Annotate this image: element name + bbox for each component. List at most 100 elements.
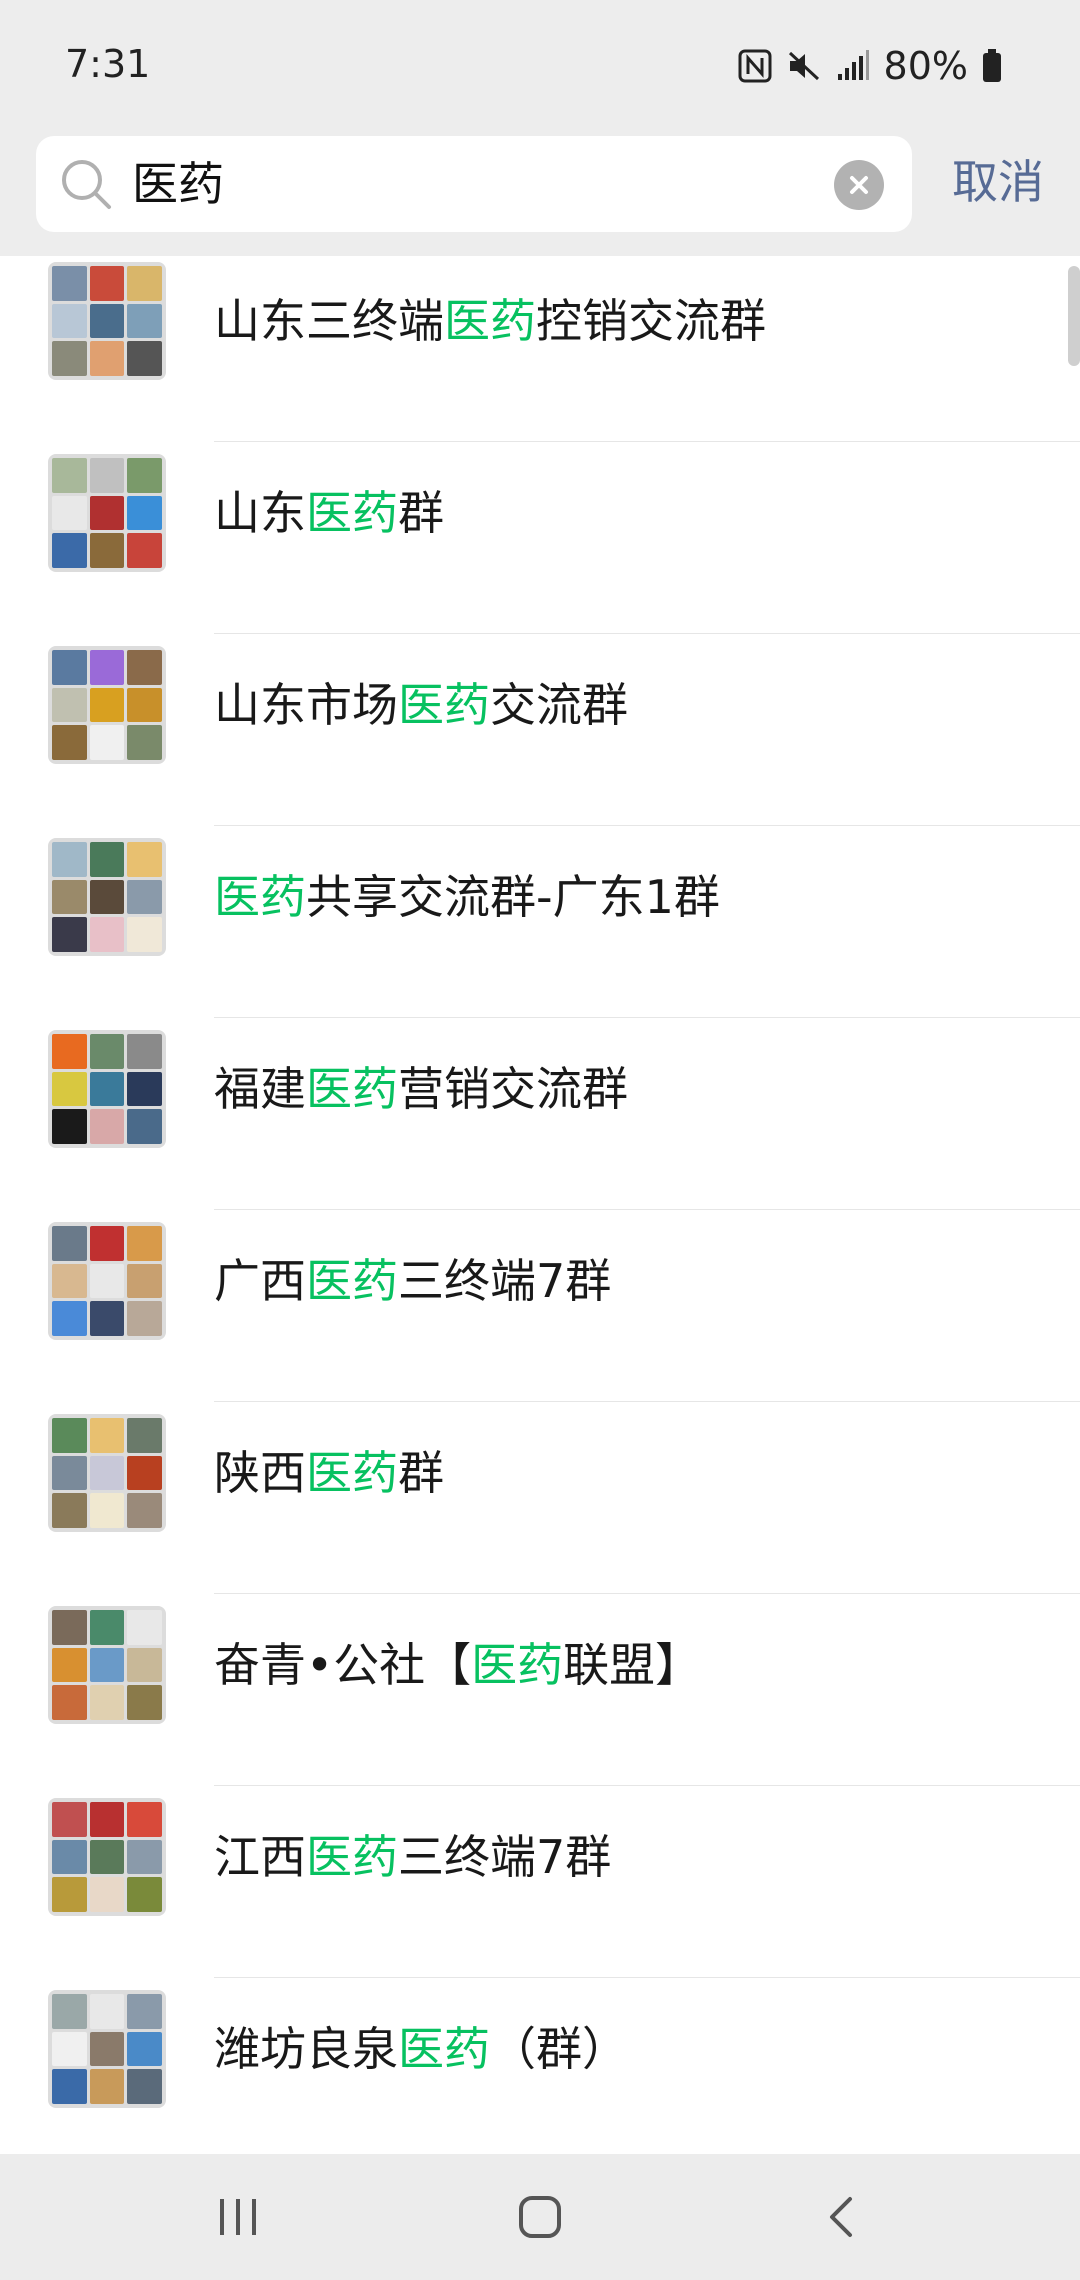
avatar-tile	[89, 725, 125, 760]
group-name: 江西医药三终端7群	[214, 1822, 611, 1892]
avatar-tile	[52, 495, 87, 531]
group-name-prefix: 奋青•公社【	[214, 1638, 472, 1692]
search-match-highlight: 医药	[306, 1830, 398, 1884]
avatar-tile	[127, 1877, 162, 1912]
avatar-tile	[52, 1877, 87, 1912]
avatar-tile	[89, 458, 125, 493]
avatar-tile	[89, 533, 125, 568]
list-item[interactable]: 福建医药营销交流群	[0, 1018, 1080, 1210]
avatar-tile	[127, 687, 162, 723]
avatar-tile	[52, 266, 87, 301]
search-match-highlight: 医药	[306, 1446, 398, 1500]
avatar-tile	[127, 1685, 162, 1720]
avatar-tile	[127, 1610, 162, 1645]
battery-percent: 80%	[883, 44, 968, 88]
home-button[interactable]	[500, 2184, 580, 2250]
recent-apps-icon	[220, 2199, 256, 2235]
group-name-suffix: 交流群	[490, 678, 628, 732]
nfc-icon	[738, 49, 772, 83]
group-name-suffix: 营销交流群	[398, 1062, 628, 1116]
avatar-tile	[127, 1071, 162, 1107]
list-item[interactable]: 陕西医药群	[0, 1402, 1080, 1594]
back-button[interactable]	[802, 2184, 882, 2250]
group-name-suffix: 三终端7群	[398, 1830, 612, 1884]
avatar-tile	[127, 650, 162, 685]
list-item[interactable]: 广西医药三终端7群	[0, 1210, 1080, 1402]
group-name: 陕西医药群	[214, 1438, 444, 1508]
group-name-suffix: 控销交流群	[536, 294, 766, 348]
list-item[interactable]: 医药共享交流群-广东1群	[0, 826, 1080, 1018]
avatar-tile	[89, 341, 125, 376]
group-avatar	[48, 838, 166, 956]
list-item[interactable]: 山东医药群	[0, 442, 1080, 634]
group-name-suffix: 群	[398, 486, 444, 540]
avatar-tile	[127, 266, 162, 301]
search-match-highlight: 医药	[444, 294, 536, 348]
avatar-tile	[52, 1455, 87, 1491]
list-item[interactable]: 山东三终端医药控销交流群	[0, 256, 1080, 442]
group-name-prefix: 山东市场	[214, 678, 398, 732]
avatar-tile	[52, 1109, 87, 1144]
avatar-tile	[127, 1301, 162, 1336]
group-avatar	[48, 1414, 166, 1532]
status-icons: 80%	[738, 44, 1002, 88]
group-name-suffix: 联盟】	[563, 1638, 702, 1692]
cancel-button[interactable]: 取消	[952, 150, 1044, 214]
avatar-tile	[89, 1994, 125, 2029]
avatar-tile	[89, 303, 125, 339]
group-avatar	[48, 646, 166, 764]
avatar-tile	[52, 1610, 87, 1645]
group-name: 山东医药群	[214, 478, 444, 548]
avatar-tile	[89, 1263, 125, 1299]
avatar-tile	[52, 687, 87, 723]
recent-apps-button[interactable]	[198, 2184, 278, 2250]
list-item[interactable]: 山东市场医药交流群	[0, 634, 1080, 826]
avatar-tile	[127, 1418, 162, 1453]
avatar-tile	[52, 842, 87, 877]
avatar-tile	[52, 1493, 87, 1528]
avatar-tile	[89, 1685, 125, 1720]
list-item[interactable]: 江西医药三终端7群	[0, 1786, 1080, 1978]
avatar-tile	[127, 2031, 162, 2067]
group-avatar	[48, 454, 166, 572]
avatar-tile	[52, 1034, 87, 1069]
avatar-tile	[89, 687, 125, 723]
group-name-prefix: 潍坊良泉	[214, 2022, 398, 2076]
avatar-tile	[89, 2031, 125, 2067]
search-results-list[interactable]: 山东三终端医药控销交流群 山东医药群 山东市场医药交流群 医药共享交流群-广东1群 福建…	[0, 256, 1080, 2154]
clear-search-button[interactable]	[834, 160, 884, 210]
avatar-tile	[127, 2069, 162, 2104]
mute-icon	[786, 49, 822, 83]
avatar-tile	[89, 1647, 125, 1683]
avatar-tile	[52, 1685, 87, 1720]
group-name-suffix: 共享交流群-广东1群	[306, 870, 720, 924]
avatar-tile	[127, 1263, 162, 1299]
avatar-tile	[52, 2031, 87, 2067]
back-icon	[830, 2197, 852, 2237]
group-avatar	[48, 1990, 166, 2108]
avatar-tile	[89, 266, 125, 301]
group-avatar	[48, 1222, 166, 1340]
search-input[interactable]	[132, 136, 812, 232]
avatar-tile	[52, 1647, 87, 1683]
avatar-tile	[127, 458, 162, 493]
group-name: 潍坊良泉医药（群）	[214, 2014, 628, 2084]
navigation-bar	[0, 2154, 1080, 2280]
list-item[interactable]: 潍坊良泉医药（群）	[0, 1978, 1080, 2154]
avatar-tile	[89, 1493, 125, 1528]
avatar-tile	[89, 650, 125, 685]
home-icon	[519, 2196, 561, 2238]
group-name: 山东三终端医药控销交流群	[214, 286, 766, 356]
avatar-tile	[89, 1802, 125, 1837]
group-name: 广西医药三终端7群	[214, 1246, 611, 1316]
avatar-tile	[52, 917, 87, 952]
search-box[interactable]	[36, 136, 912, 232]
avatar-tile	[127, 1109, 162, 1144]
list-item[interactable]: 奋青•公社【医药联盟】	[0, 1594, 1080, 1786]
avatar-tile	[127, 1994, 162, 2029]
search-match-highlight: 医药	[398, 2022, 490, 2076]
group-name-prefix: 山东三终端	[214, 294, 444, 348]
search-match-highlight: 医药	[306, 1062, 398, 1116]
avatar-tile	[89, 1839, 125, 1875]
avatar-tile	[89, 1034, 125, 1069]
